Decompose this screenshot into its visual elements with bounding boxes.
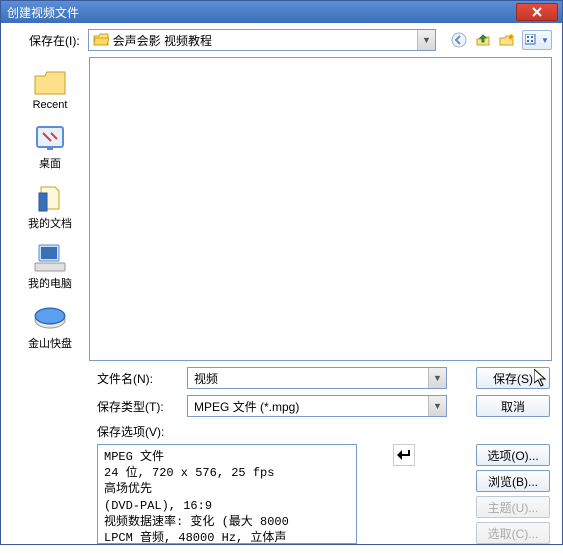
file-list-area[interactable] xyxy=(89,57,552,361)
computer-icon xyxy=(33,243,67,273)
documents-icon xyxy=(33,183,67,213)
dialog-window: 创建视频文件 保存在(I): 会声会影 视频教程 ▼ ▼ xyxy=(0,0,563,545)
right-buttons: 选项(O)... 浏览(B)... 主题(U)... 选取(C)... xyxy=(476,444,550,544)
save-in-dropdown[interactable]: 会声会影 视频教程 ▼ xyxy=(88,29,436,51)
close-button[interactable] xyxy=(516,3,558,21)
options-row: MPEG 文件 24 位, 720 x 576, 25 fps 高场优先 (DV… xyxy=(97,444,550,544)
folder-icon xyxy=(33,67,67,97)
filename-row: 文件名(N): 视频 ▼ 保存(S) xyxy=(97,367,550,389)
save-in-value: 会声会影 视频教程 xyxy=(113,32,417,49)
views-button[interactable]: ▼ xyxy=(522,30,552,50)
place-recent[interactable]: Recent xyxy=(16,63,84,117)
title-bar: 创建视频文件 xyxy=(1,1,562,23)
format-info-box: MPEG 文件 24 位, 720 x 576, 25 fps 高场优先 (DV… xyxy=(97,444,357,544)
save-button[interactable]: 保存(S) xyxy=(476,367,550,389)
subject-button: 主题(U)... xyxy=(476,496,550,518)
filetype-row: 保存类型(T): MPEG 文件 (*.mpg) ▼ 取消 xyxy=(97,395,550,417)
filename-input[interactable]: 视频 ▼ xyxy=(187,367,447,389)
chevron-down-icon[interactable]: ▼ xyxy=(428,396,446,416)
disk-icon xyxy=(33,303,67,333)
bottom-panel: 文件名(N): 视频 ▼ 保存(S) 保存类型(T): MPEG 文件 (*.m… xyxy=(1,361,562,554)
new-folder-icon[interactable] xyxy=(498,31,516,49)
filetype-dropdown[interactable]: MPEG 文件 (*.mpg) ▼ xyxy=(187,395,447,417)
up-one-level-icon[interactable] xyxy=(474,31,492,49)
return-button[interactable] xyxy=(393,444,415,466)
desktop-icon xyxy=(33,123,67,153)
filename-label: 文件名(N): xyxy=(97,370,187,387)
window-title: 创建视频文件 xyxy=(7,4,516,21)
cancel-button[interactable]: 取消 xyxy=(476,395,550,417)
chevron-down-icon[interactable]: ▼ xyxy=(417,30,435,50)
save-in-label: 保存在(I): xyxy=(29,32,80,49)
place-kingsoft[interactable]: 金山快盘 xyxy=(16,299,84,357)
save-options-label: 保存选项(V): xyxy=(97,423,550,440)
place-mycomputer[interactable]: 我的电脑 xyxy=(16,239,84,297)
save-in-row: 保存在(I): 会声会影 视频教程 ▼ ▼ xyxy=(1,23,562,57)
place-mydocs[interactable]: 我的文档 xyxy=(16,179,84,237)
browse-button[interactable]: 浏览(B)... xyxy=(476,470,550,492)
places-bar: Recent 桌面 我的文档 我的电脑 金山快盘 xyxy=(11,57,89,361)
select-button: 选取(C)... xyxy=(476,522,550,544)
filetype-label: 保存类型(T): xyxy=(97,398,187,415)
options-button[interactable]: 选项(O)... xyxy=(476,444,550,466)
back-icon[interactable] xyxy=(450,31,468,49)
main-area: Recent 桌面 我的文档 我的电脑 金山快盘 xyxy=(11,57,552,361)
folder-open-icon xyxy=(93,33,109,47)
chevron-down-icon[interactable]: ▼ xyxy=(428,368,446,388)
toolbar-icons: ▼ xyxy=(450,30,552,50)
place-desktop[interactable]: 桌面 xyxy=(16,119,84,177)
